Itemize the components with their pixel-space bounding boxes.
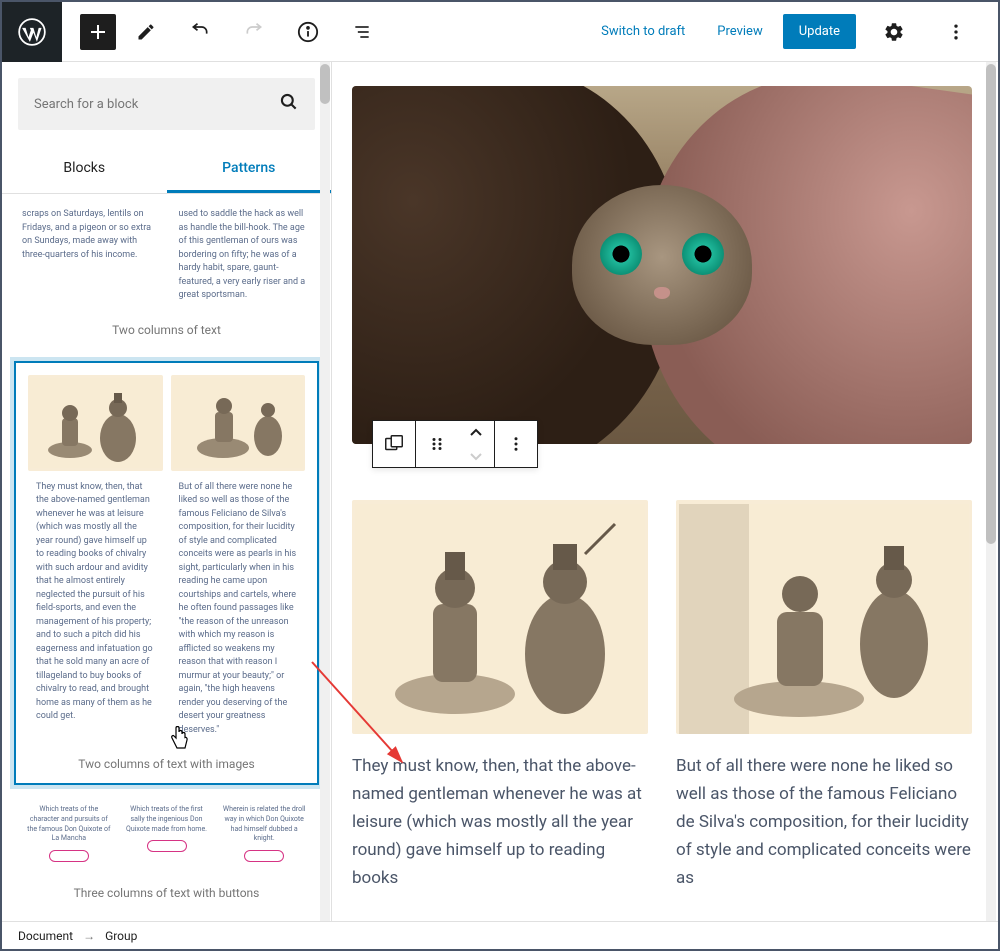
column-image[interactable]: [676, 500, 972, 734]
three-col-text: Wherein is related the droll way in whic…: [221, 805, 307, 844]
three-col-text: Which treats of the first sally the inge…: [124, 805, 210, 834]
pattern-label-two-cols: Two columns of text: [2, 311, 331, 353]
settings-icon[interactable]: [870, 8, 918, 56]
block-toolbar: [372, 420, 538, 468]
info-button[interactable]: [284, 8, 332, 56]
cursor-hand-icon: [167, 726, 191, 758]
breadcrumb[interactable]: Document → Group: [2, 921, 998, 949]
sidebar-scrollbar[interactable]: [320, 64, 330, 104]
more-options-icon[interactable]: [932, 8, 980, 56]
tab-patterns[interactable]: Patterns: [167, 146, 332, 193]
pattern-truncated-text-left: scraps on Saturdays, lentils on Fridays,…: [14, 200, 163, 311]
chevron-right-icon: →: [83, 929, 95, 943]
breadcrumb-document[interactable]: Document: [18, 929, 73, 943]
tab-blocks[interactable]: Blocks: [2, 146, 167, 193]
pattern-thumb-image: [28, 375, 163, 471]
editor-topbar: Switch to draft Preview Update: [2, 2, 998, 62]
editor-canvas: They must know, then, that the above-nam…: [332, 62, 998, 921]
column-image[interactable]: [352, 500, 648, 734]
three-col-text: Which treats of the character and pursui…: [26, 805, 112, 844]
breadcrumb-group[interactable]: Group: [105, 929, 137, 943]
pattern-label-three-cols: Three columns of text with buttons: [2, 874, 331, 916]
undo-button[interactable]: [176, 8, 224, 56]
preview-link[interactable]: Preview: [705, 16, 774, 47]
canvas-scrollbar[interactable]: [986, 64, 996, 544]
inserter-sidebar: Blocks Patterns scraps on Saturdays, len…: [2, 62, 332, 921]
block-type-icon[interactable]: [373, 421, 415, 467]
pattern-three-cols[interactable]: Which treats of the character and pursui…: [2, 793, 331, 874]
switch-to-draft-link[interactable]: Switch to draft: [589, 16, 697, 47]
gallery-section-label: GALLERY: [2, 916, 331, 921]
pill-button: [49, 850, 89, 862]
pill-button: [147, 840, 187, 852]
search-icon: [279, 92, 299, 116]
hero-image-block[interactable]: [352, 86, 972, 444]
add-block-button[interactable]: [80, 14, 116, 50]
block-search-input[interactable]: [18, 78, 315, 130]
column-text-right[interactable]: But of all there were none he liked so w…: [676, 752, 972, 892]
redo-button[interactable]: [230, 8, 278, 56]
pattern-two-cols-with-images[interactable]: They must know, then, that the above-nam…: [14, 361, 319, 786]
move-up-button[interactable]: [458, 421, 494, 444]
pill-button: [244, 850, 284, 862]
pattern-thumb-image: [171, 375, 306, 471]
list-view-button[interactable]: [338, 8, 386, 56]
pattern-card-text-left: They must know, then, that the above-nam…: [28, 481, 163, 746]
search-field[interactable]: [34, 97, 279, 112]
block-more-options[interactable]: [495, 421, 537, 467]
pattern-truncated-text-right: used to saddle the hack as well as handl…: [171, 200, 320, 311]
drag-handle-icon[interactable]: [416, 421, 458, 467]
pattern-card-text-right: But of all there were none he liked so w…: [171, 481, 306, 746]
wordpress-logo[interactable]: [2, 2, 62, 62]
move-down-button[interactable]: [458, 444, 494, 467]
edit-tool-button[interactable]: [122, 8, 170, 56]
column-text-left[interactable]: They must know, then, that the above-nam…: [352, 752, 648, 892]
update-button[interactable]: Update: [783, 14, 856, 49]
